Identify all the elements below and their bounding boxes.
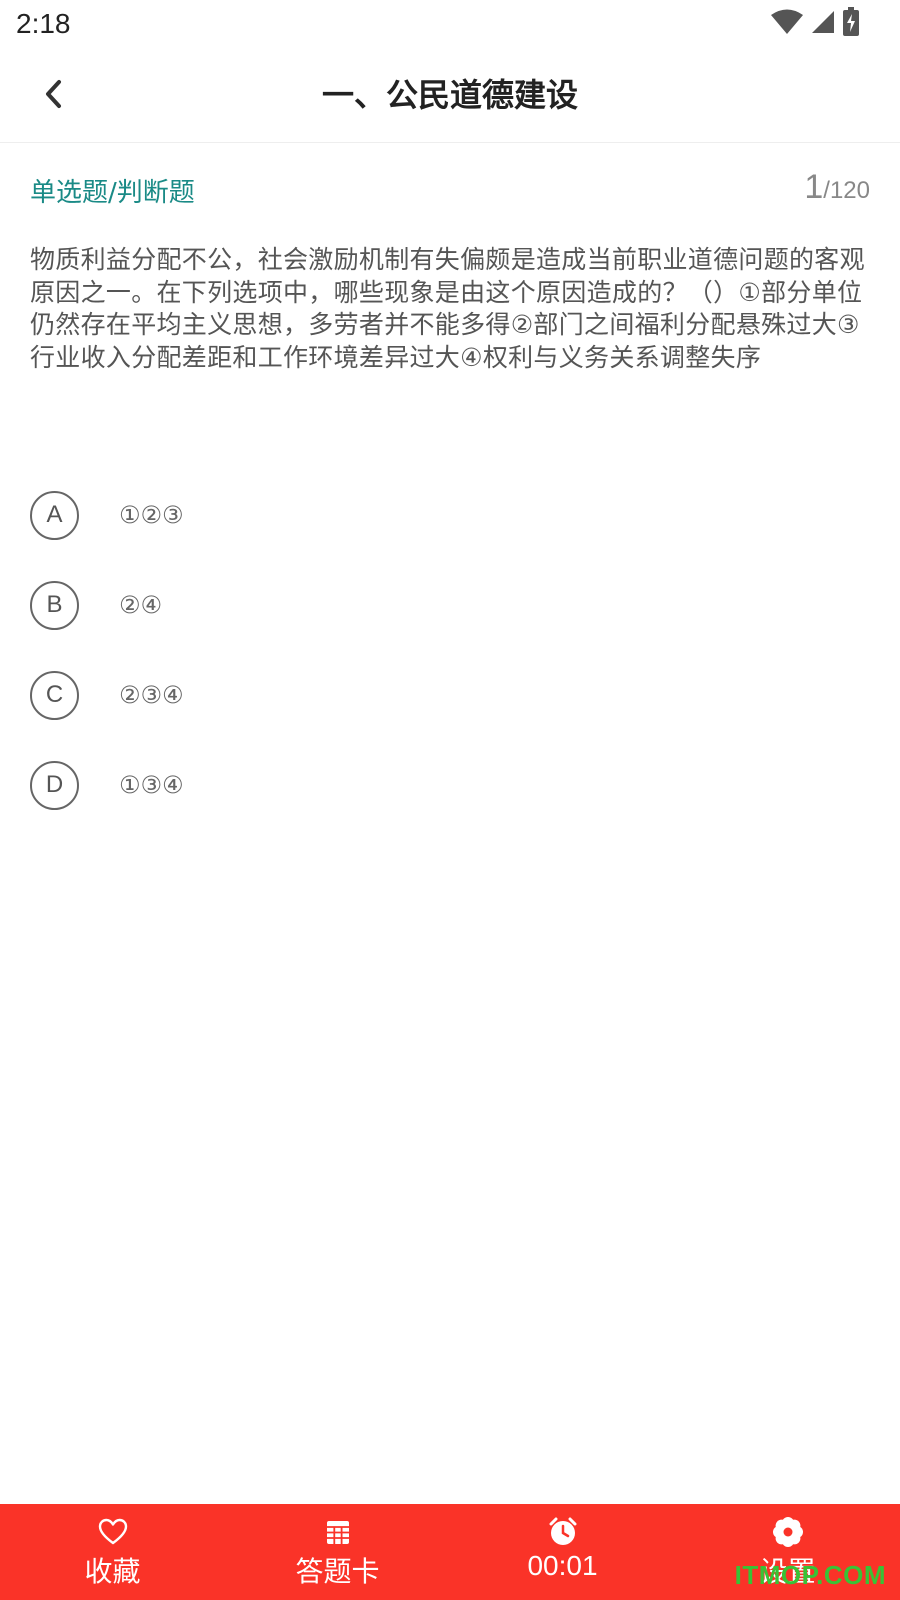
favorite-label: 收藏 (84, 1555, 141, 1588)
option-b[interactable]: B ②④ (30, 580, 850, 630)
option-d[interactable]: D ①③④ (30, 760, 850, 810)
option-letter-badge: D (30, 760, 79, 810)
wifi-icon (770, 8, 804, 40)
battery-charging-icon (842, 7, 860, 41)
question-total: /120 (823, 177, 870, 204)
option-text: ①②③ (119, 501, 184, 529)
grid-icon (322, 1516, 354, 1548)
question-current-number: 1 (804, 168, 824, 206)
status-icons (770, 7, 860, 41)
option-text: ②③④ (119, 681, 184, 709)
answer-card-button[interactable]: 答题卡 (225, 1504, 450, 1600)
status-bar: 2:18 (0, 0, 900, 50)
option-text: ①③④ (119, 771, 184, 799)
option-text: ②④ (119, 591, 163, 619)
option-letter-badge: C (30, 670, 79, 720)
timer-label: 00:01 (527, 1550, 598, 1581)
status-time: 2:18 (16, 8, 71, 39)
flower-gear-icon (772, 1516, 804, 1548)
page-title: 一、公民道德建设 (321, 76, 578, 114)
alarm-clock-icon (547, 1516, 579, 1548)
question-counter: 1/120 (804, 168, 870, 207)
signal-icon (810, 9, 836, 39)
question-text: 物质利益分配不公，社会激励机制有失偏颇是造成当前职业道德问题的客观原因之一。在下… (30, 245, 865, 372)
favorite-button[interactable]: 收藏 (0, 1504, 225, 1600)
option-a[interactable]: A ①②③ (30, 490, 850, 540)
heart-icon (97, 1516, 129, 1548)
timer-button[interactable]: 00:01 (450, 1504, 675, 1600)
question-type-label: 单选题/判断题 (30, 178, 195, 208)
option-letter-badge: B (30, 580, 79, 630)
answer-card-label: 答题卡 (295, 1555, 380, 1588)
option-letter-badge: A (30, 490, 79, 540)
option-c[interactable]: C ②③④ (30, 670, 850, 720)
watermark: ITMOP.COM (734, 1560, 886, 1590)
header: 一、公民道德建设 (0, 50, 900, 143)
